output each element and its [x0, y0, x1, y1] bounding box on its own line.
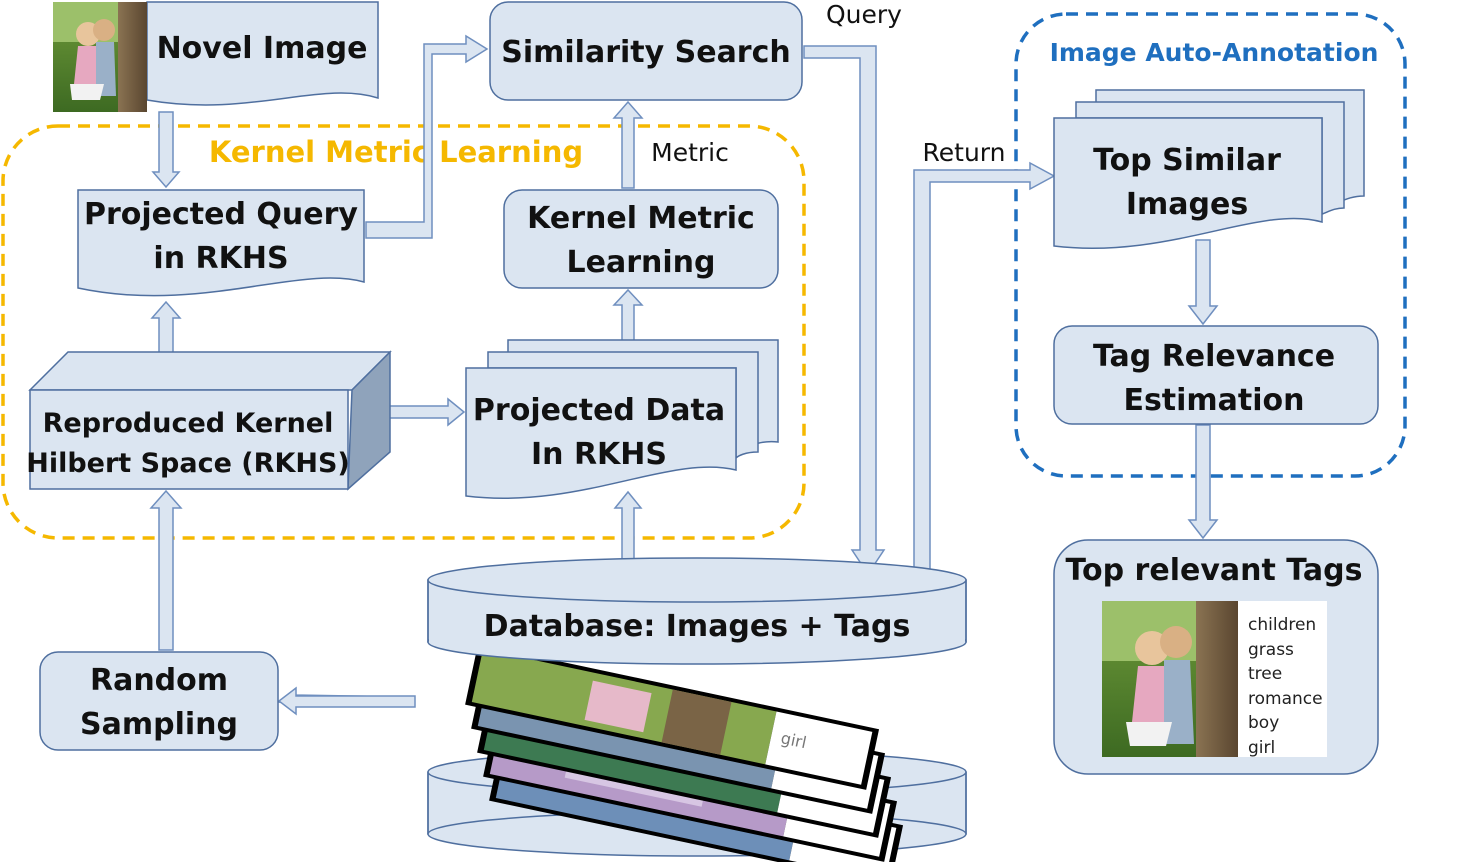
- arrow-metric-up: [612, 100, 644, 189]
- novel-image-label: Novel Image: [157, 31, 368, 66]
- top-similar-line2: Images: [1126, 187, 1248, 222]
- arrow-relevance-to-tags: [1187, 424, 1219, 540]
- projected-data-line1: Projected Data: [473, 393, 725, 428]
- arrow-sampling-to-rkhs: [149, 489, 183, 651]
- rkhs-line2: Hilbert Space (RKHS): [26, 448, 350, 479]
- tag-item: girl: [1248, 738, 1275, 758]
- projected-query-line2: in RKHS: [153, 241, 288, 276]
- kml-group-title: Kernel Metric Learning: [209, 135, 583, 169]
- kernel-metric-learning-line1: Kernel Metric: [527, 201, 755, 236]
- arrow-novel-to-query: [151, 111, 181, 189]
- diagram-canvas: Kernel Metric Learning Image Auto-Annota…: [0, 0, 1466, 867]
- random-sampling-line1: Random: [90, 663, 228, 698]
- tag-item: boy: [1248, 713, 1279, 733]
- diagram-svg: Kernel Metric Learning Image Auto-Annota…: [1, 0, 1407, 867]
- kernel-metric-learning-line2: Learning: [567, 245, 716, 280]
- database-label: Database: Images + Tags: [484, 609, 911, 644]
- tag-item: romance: [1248, 689, 1323, 709]
- arrow-rkhs-to-data: [377, 397, 466, 427]
- tag-item: grass: [1248, 640, 1294, 660]
- tag-item: tree: [1248, 664, 1282, 684]
- edge-label-query: Query: [826, 0, 902, 29]
- novel-image-photo: [53, 2, 147, 112]
- top-similar-line1: Top Similar: [1093, 143, 1281, 178]
- arrow-similar-to-relevance: [1187, 239, 1219, 326]
- tag-relevance-line1: Tag Relevance: [1093, 339, 1335, 374]
- arrow-search-to-db: [803, 45, 886, 576]
- tag-item: children: [1248, 615, 1316, 635]
- projected-query-line1: Projected Query: [84, 197, 358, 232]
- arrow-db-to-sampling-body: [277, 686, 416, 716]
- top-relevant-photo: [1102, 601, 1238, 757]
- projected-data-line2: In RKHS: [531, 437, 667, 472]
- edge-label-metric: Metric: [651, 138, 729, 167]
- tag-relevance-line2: Estimation: [1123, 383, 1304, 418]
- top-relevant-tags-title: Top relevant Tags: [1066, 553, 1363, 588]
- similarity-search-label: Similarity Search: [501, 35, 791, 70]
- random-sampling-line2: Sampling: [80, 707, 238, 742]
- rkhs-line1: Reproduced Kernel: [43, 408, 334, 439]
- annotation-group-title: Image Auto-Annotation: [1050, 38, 1379, 67]
- edge-label-return: Return: [923, 138, 1006, 167]
- arrow-db-to-top-similar: [913, 161, 1056, 577]
